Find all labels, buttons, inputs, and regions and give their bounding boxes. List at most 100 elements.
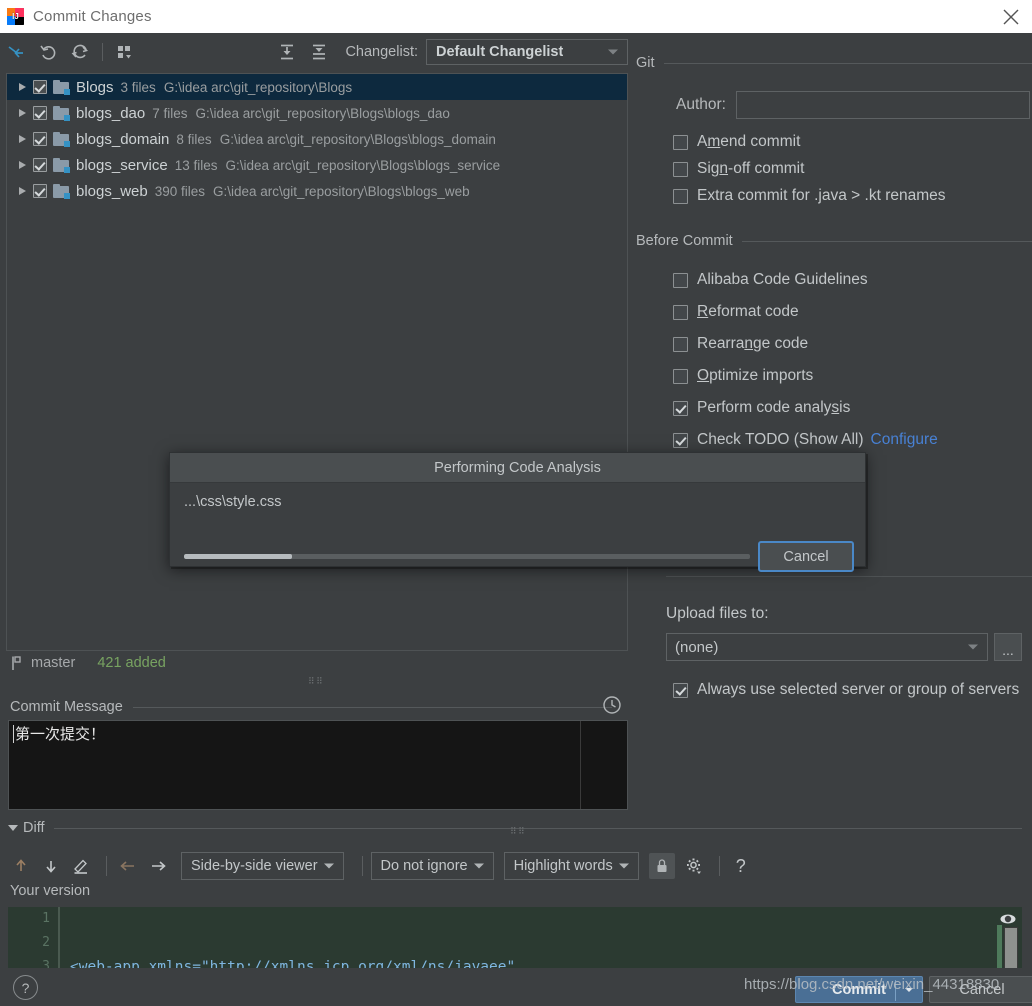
- always-use-server-checkbox[interactable]: [673, 682, 688, 698]
- row-checkbox[interactable]: [33, 184, 47, 198]
- extra-commit-renames-row[interactable]: Extra commit for .java > .kt renames: [636, 187, 1032, 205]
- browse-servers-button[interactable]: ...: [994, 633, 1022, 661]
- alibaba-guidelines-checkbox[interactable]: [673, 272, 688, 288]
- right-margin-guide: [580, 721, 581, 809]
- author-row: Author:: [636, 91, 1032, 119]
- modal-cancel-button[interactable]: Cancel: [758, 541, 854, 572]
- help-button[interactable]: ?: [13, 975, 38, 1000]
- optimize-imports-row[interactable]: Optimize imports: [636, 367, 1032, 385]
- edit-source-icon[interactable]: [68, 853, 94, 879]
- expand-triangle-icon[interactable]: [15, 184, 29, 198]
- optimize-imports-label: Optimize imports: [697, 367, 814, 384]
- perform-code-analysis-row[interactable]: Perform code analysis: [636, 399, 1032, 417]
- next-difference-icon[interactable]: [38, 853, 64, 879]
- collapse-triangle-icon[interactable]: [8, 825, 18, 831]
- table-row[interactable]: blogs_service 13 files G:\idea arc\git_r…: [7, 152, 627, 178]
- lock-icon[interactable]: [648, 853, 675, 879]
- toolbar-divider: [361, 856, 363, 876]
- group-by-icon[interactable]: [111, 38, 139, 66]
- chevron-down-icon: [323, 863, 334, 869]
- expand-triangle-icon[interactable]: [15, 132, 29, 146]
- previous-difference-icon[interactable]: [8, 853, 34, 879]
- branch-name: master: [31, 655, 76, 671]
- before-commit-group-header: Before Commit: [636, 233, 1032, 249]
- upload-server-dropdown[interactable]: (none): [666, 633, 988, 661]
- extra-commit-renames-label: Extra commit for .java > .kt renames: [697, 187, 946, 204]
- changelist-value: Default Changelist: [436, 44, 564, 60]
- module-path: G:\idea arc\git_repository\Blogs: [163, 79, 353, 95]
- perform-code-analysis-checkbox[interactable]: [673, 400, 688, 416]
- accept-right-icon[interactable]: [145, 853, 171, 879]
- alibaba-guidelines-row[interactable]: Alibaba Code Guidelines: [636, 271, 1032, 289]
- module-folder-icon: [53, 105, 70, 121]
- before-commit-group-title: Before Commit: [636, 233, 733, 249]
- sign-off-commit-row[interactable]: Sign-off commit: [636, 160, 1032, 178]
- expand-triangle-icon[interactable]: [15, 80, 29, 94]
- optimize-imports-checkbox[interactable]: [673, 368, 688, 384]
- table-row[interactable]: Blogs 3 files G:\idea arc\git_repository…: [7, 74, 627, 100]
- modal-body: ...\css\style.css Cancel: [170, 483, 865, 572]
- highlight-mode-value: Highlight words: [513, 858, 613, 874]
- diff-pane-label: Your version: [10, 883, 91, 899]
- table-row[interactable]: blogs_domain 8 files G:\idea arc\git_rep…: [7, 126, 627, 152]
- rollback-icon[interactable]: [34, 38, 62, 66]
- modal-current-file: ...\css\style.css: [184, 494, 282, 510]
- module-folder-icon: [53, 183, 70, 199]
- eye-icon[interactable]: [999, 910, 1017, 928]
- reformat-code-row[interactable]: Reformat code: [636, 303, 1032, 321]
- history-clock-icon[interactable]: [602, 695, 622, 715]
- extra-commit-renames-checkbox[interactable]: [673, 188, 688, 204]
- highlight-mode-dropdown[interactable]: Highlight words: [503, 852, 639, 880]
- sign-off-commit-checkbox[interactable]: [673, 161, 688, 177]
- author-field[interactable]: [736, 91, 1030, 119]
- commit-message-input[interactable]: 第一次提交！: [8, 720, 628, 810]
- viewer-mode-dropdown[interactable]: Side-by-side viewer: [181, 852, 344, 880]
- table-row[interactable]: blogs_web 390 files G:\idea arc\git_repo…: [7, 178, 627, 204]
- splitter-grip[interactable]: ⠿⠿: [308, 677, 324, 686]
- question-mark-icon[interactable]: ?: [728, 853, 754, 879]
- reformat-code-checkbox[interactable]: [673, 304, 688, 320]
- chevron-down-icon: [473, 863, 484, 869]
- split-divider: [895, 980, 896, 1001]
- ignore-mode-dropdown[interactable]: Do not ignore: [370, 852, 494, 880]
- expand-triangle-icon[interactable]: [15, 106, 29, 120]
- move-to-another-changelist-icon[interactable]: [2, 38, 30, 66]
- perform-code-analysis-label: Perform code analysis: [697, 399, 851, 416]
- cancel-button[interactable]: Cancel: [929, 976, 1032, 1003]
- changelist-label: Changelist:: [345, 44, 418, 60]
- amend-commit-checkbox[interactable]: [673, 134, 688, 150]
- always-use-server-row[interactable]: Always use selected server or group of s…: [636, 681, 1019, 699]
- row-checkbox[interactable]: [33, 158, 47, 172]
- table-row[interactable]: blogs_dao 7 files G:\idea arc\git_reposi…: [7, 100, 627, 126]
- divider: [741, 240, 1032, 242]
- rearrange-code-row[interactable]: Rearrange code: [636, 335, 1032, 353]
- module-file-count: 390 files: [154, 183, 206, 199]
- rearrange-code-checkbox[interactable]: [673, 336, 688, 352]
- check-todo-checkbox[interactable]: [673, 432, 688, 448]
- expand-all-icon[interactable]: [273, 38, 301, 66]
- module-name: blogs_service: [76, 156, 168, 174]
- collapse-all-icon[interactable]: [305, 38, 333, 66]
- configure-todo-link[interactable]: Configure: [871, 431, 938, 449]
- row-checkbox[interactable]: [33, 80, 47, 94]
- module-path: G:\idea arc\git_repository\Blogs\blogs_d…: [219, 131, 496, 147]
- close-icon[interactable]: [1000, 6, 1022, 28]
- refresh-icon[interactable]: [66, 38, 94, 66]
- commit-button-label: Commit: [832, 981, 886, 998]
- expand-triangle-icon[interactable]: [15, 158, 29, 172]
- gear-icon[interactable]: [681, 853, 707, 879]
- module-name: Blogs: [76, 78, 114, 96]
- line-number: 2: [42, 935, 50, 950]
- changelist-dropdown[interactable]: Default Changelist: [426, 39, 628, 65]
- module-path: G:\idea arc\git_repository\Blogs\blogs_w…: [213, 183, 470, 199]
- diff-splitter-grip[interactable]: ⠿⠿: [510, 827, 526, 836]
- commit-button[interactable]: Commit: [795, 976, 923, 1003]
- accept-left-icon[interactable]: [115, 853, 141, 879]
- chevron-down-icon[interactable]: [905, 987, 913, 992]
- check-todo-row[interactable]: Check TODO (Show All) Configure: [636, 431, 1032, 449]
- row-checkbox[interactable]: [33, 132, 47, 146]
- amend-commit-row[interactable]: Amend commit: [636, 133, 1032, 151]
- toolbar-divider: [102, 43, 103, 61]
- row-checkbox[interactable]: [33, 106, 47, 120]
- module-file-count: 7 files: [152, 105, 188, 121]
